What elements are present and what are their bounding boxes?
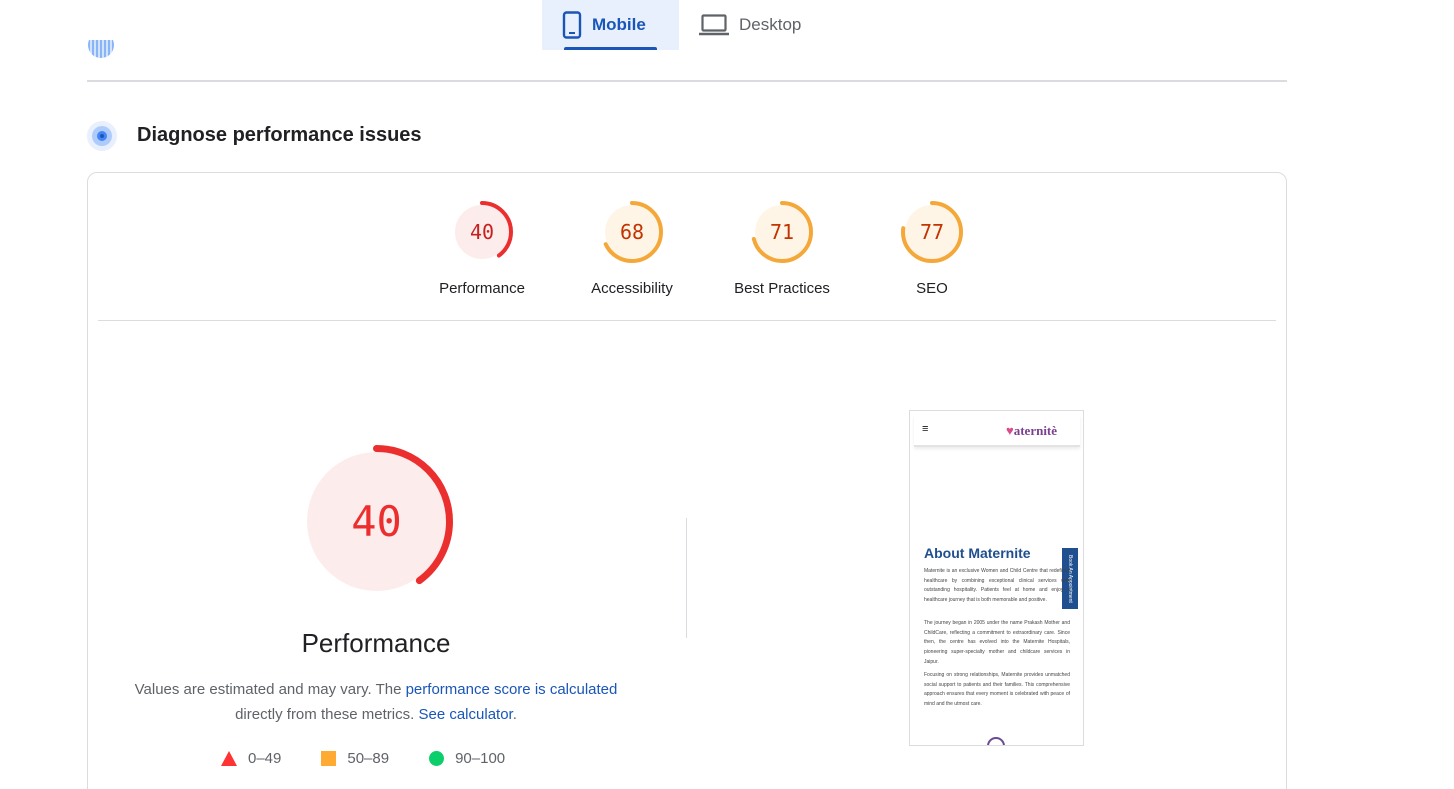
about-paragraph: The journey began in 2005 under the name… xyxy=(924,620,1070,665)
legend-item-average: 50–89 xyxy=(321,750,389,767)
performance-title: Performance xyxy=(301,628,451,658)
gauge-label: Accessibility xyxy=(591,280,673,297)
explain-text: directly from these metrics. xyxy=(235,706,419,723)
legend-range: 0–49 xyxy=(248,750,282,767)
section-title: Diagnose performance issues xyxy=(137,124,422,146)
legend-range: 90–100 xyxy=(455,750,506,767)
square-icon xyxy=(321,751,337,766)
triangle-icon xyxy=(221,751,237,766)
gauge-accessibility[interactable]: 68 Accessibility xyxy=(557,201,707,297)
divider xyxy=(87,80,1287,82)
score-calculated-link[interactable]: performance score is calculated xyxy=(406,681,618,698)
gauge-score: 71 xyxy=(769,220,795,244)
gauge-label: Best Practices xyxy=(734,280,830,297)
decorative-circle xyxy=(987,737,1005,745)
legend-range: 50–89 xyxy=(347,750,390,767)
heart-icon: ♥ xyxy=(1006,423,1014,438)
see-calculator-link[interactable]: See calculator xyxy=(418,706,512,723)
gauge-ring: 71 xyxy=(751,201,813,263)
site-header: ≡ ♥aternitè xyxy=(914,415,1080,447)
circle-icon xyxy=(429,751,445,766)
device-tabs: Mobile Desktop xyxy=(542,0,821,50)
explain-text: Values are estimated and may vary. The xyxy=(134,681,406,698)
site-logo: ♥aternitè xyxy=(1006,423,1057,439)
legend-item-fail: 0–49 xyxy=(221,750,281,767)
score-legend: 0–49 50–89 90–100 xyxy=(221,750,545,767)
about-heading: About Maternite xyxy=(924,545,1031,561)
tab-mobile-label: Mobile xyxy=(592,15,646,34)
gauge-label: SEO xyxy=(916,280,948,297)
gauge-ring: 68 xyxy=(601,201,663,263)
tab-desktop-label: Desktop xyxy=(739,15,802,34)
gauge-seo[interactable]: 77 SEO xyxy=(857,201,1007,297)
logo-text: aternitè xyxy=(1013,423,1058,438)
hamburger-menu-icon: ≡ xyxy=(922,423,929,435)
page-screenshot[interactable]: ≡ ♥aternitè About Maternite Book An Appo… xyxy=(909,410,1084,746)
diagnose-icon xyxy=(87,121,117,151)
legend-item-pass: 90–100 xyxy=(429,750,505,767)
gauge-ring: 40 xyxy=(451,201,513,263)
smartphone-icon xyxy=(562,11,582,39)
gauge-score: 77 xyxy=(919,220,945,244)
tab-mobile[interactable]: Mobile xyxy=(542,0,679,50)
gauge-label: Performance xyxy=(439,280,525,297)
gauge-score: 40 xyxy=(469,220,495,244)
score-explanation: Values are estimated and may vary. The p… xyxy=(116,677,636,727)
gauge-performance[interactable]: 40 Performance xyxy=(407,201,557,297)
about-paragraph: Maternite is an exclusive Women and Chil… xyxy=(924,568,1070,604)
performance-gauge-large: 40 xyxy=(300,445,453,598)
vertical-divider xyxy=(686,518,687,638)
performance-score: 40 xyxy=(351,497,402,546)
gauge-score: 68 xyxy=(619,220,645,244)
about-paragraph: Focusing on strong relationships, Matern… xyxy=(924,672,1070,708)
gauge-ring: 77 xyxy=(901,201,963,263)
tab-desktop[interactable]: Desktop xyxy=(679,0,821,50)
divider xyxy=(98,320,1276,321)
category-gauges: 40 Performance 68 Accessibility 71 Best … xyxy=(407,201,1007,297)
laptop-icon xyxy=(699,14,729,36)
partial-section-icon xyxy=(88,40,114,58)
gauge-best-practices[interactable]: 71 Best Practices xyxy=(707,201,857,297)
explain-text: . xyxy=(512,706,517,723)
